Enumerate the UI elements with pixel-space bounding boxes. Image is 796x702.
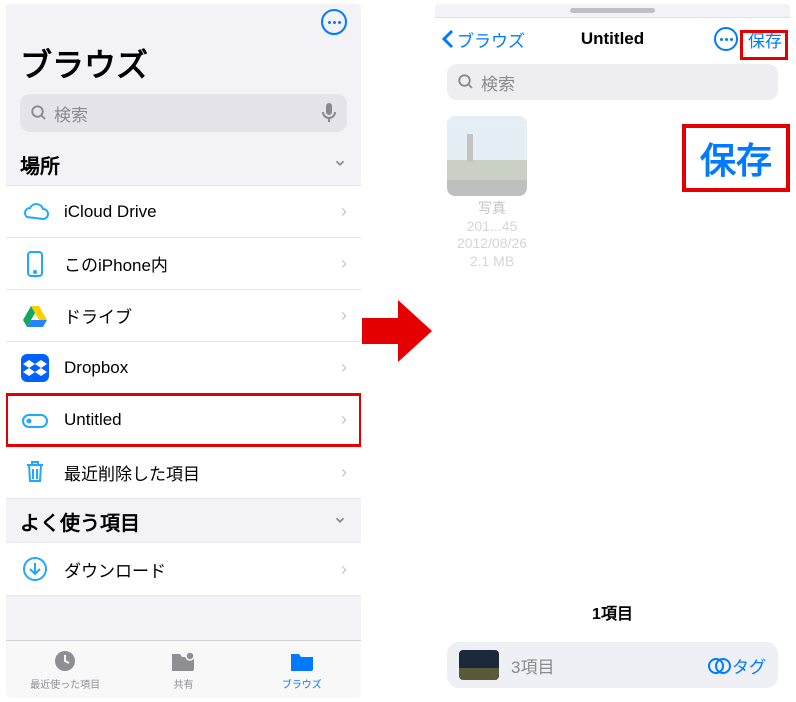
section-label: よく使う項目 bbox=[20, 507, 140, 536]
more-button[interactable] bbox=[321, 9, 347, 35]
location-iphone[interactable]: このiPhone内 › bbox=[6, 238, 361, 290]
row-label: Dropbox bbox=[64, 358, 128, 378]
gdrive-icon bbox=[20, 301, 50, 331]
locations-list: iCloud Drive › このiPhone内 › ドライブ › Dropbo… bbox=[6, 185, 361, 499]
iphone-icon bbox=[20, 249, 50, 279]
location-untitled[interactable]: Untitled › bbox=[6, 394, 361, 446]
tag-label: タグ bbox=[732, 653, 766, 678]
tab-browse[interactable]: ブラウズ bbox=[243, 641, 361, 698]
trash-icon bbox=[20, 457, 50, 487]
location-gdrive[interactable]: ドライブ › bbox=[6, 290, 361, 342]
clock-icon bbox=[53, 649, 77, 673]
chevron-right-icon: › bbox=[341, 409, 347, 430]
tab-label: 最近使った項目 bbox=[30, 676, 100, 691]
icloud-icon bbox=[20, 197, 50, 227]
location-dropbox[interactable]: Dropbox › bbox=[6, 342, 361, 394]
disk-icon bbox=[20, 405, 50, 435]
file-item[interactable]: 写真 201...45 2012/08/26 2.1 MB bbox=[447, 116, 537, 270]
mic-icon[interactable] bbox=[321, 103, 337, 123]
back-label: ブラウズ bbox=[457, 27, 525, 52]
search-placeholder: 検索 bbox=[54, 101, 88, 126]
more-button[interactable] bbox=[714, 27, 738, 51]
tab-bar: 最近使った項目 共有 ブラウズ bbox=[6, 640, 361, 698]
tab-recents[interactable]: 最近使った項目 bbox=[6, 641, 124, 698]
tab-shared[interactable]: 共有 bbox=[124, 641, 242, 698]
sheet-grabber[interactable] bbox=[435, 4, 790, 18]
back-button[interactable]: ブラウズ bbox=[441, 27, 525, 52]
favorite-downloads[interactable]: ダウンロード › bbox=[6, 543, 361, 595]
file-thumbnail bbox=[447, 116, 527, 196]
chevron-right-icon: › bbox=[341, 305, 347, 326]
chevron-right-icon: › bbox=[341, 357, 347, 378]
row-label: iCloud Drive bbox=[64, 202, 157, 222]
file-caption: 写真 201...45 2012/08/26 2.1 MB bbox=[447, 200, 537, 270]
section-header-locations[interactable]: 場所 bbox=[6, 142, 361, 185]
location-trash[interactable]: 最近削除した項目 › bbox=[6, 446, 361, 498]
ellipsis-icon bbox=[720, 38, 733, 41]
selection-tray[interactable]: 3項目 タグ bbox=[447, 642, 778, 688]
save-button[interactable]: 保存 bbox=[748, 27, 782, 52]
chevron-right-icon: › bbox=[341, 462, 347, 483]
tag-button[interactable]: タグ bbox=[708, 653, 766, 678]
row-label: Untitled bbox=[64, 410, 122, 430]
tray-count: 3項目 bbox=[511, 653, 554, 678]
tag-icon bbox=[708, 658, 728, 672]
tray-thumbnail bbox=[459, 650, 499, 680]
chevron-down-icon bbox=[333, 510, 347, 533]
row-label: 最近削除した項目 bbox=[64, 460, 200, 485]
folder-shared-icon bbox=[170, 649, 196, 673]
dropbox-icon bbox=[20, 353, 50, 383]
ellipsis-icon bbox=[328, 21, 341, 24]
location-icloud[interactable]: iCloud Drive › bbox=[6, 186, 361, 238]
chevron-right-icon: › bbox=[341, 201, 347, 222]
chevron-right-icon: › bbox=[341, 559, 347, 580]
download-icon bbox=[20, 554, 50, 584]
page-title: ブラウズ bbox=[6, 40, 361, 94]
row-label: ドライブ bbox=[64, 303, 132, 328]
search-field[interactable]: 検索 bbox=[20, 94, 347, 132]
folder-icon bbox=[289, 649, 315, 673]
search-icon bbox=[457, 73, 475, 91]
chevron-right-icon: › bbox=[341, 253, 347, 274]
section-header-favorites[interactable]: よく使う項目 bbox=[6, 499, 361, 542]
chevron-down-icon bbox=[333, 153, 347, 176]
row-label: このiPhone内 bbox=[64, 251, 168, 276]
item-count: 1項目 bbox=[447, 586, 778, 634]
favorites-list: ダウンロード › bbox=[6, 542, 361, 596]
search-field[interactable]: 検索 bbox=[447, 64, 778, 100]
files-browse-screen: ブラウズ 検索 場所 iCloud Drive › このiPhone内 › bbox=[6, 4, 361, 698]
tab-label: ブラウズ bbox=[282, 676, 322, 691]
callout-annotation: 保存 bbox=[682, 124, 790, 192]
save-destination-screen: ブラウズ Untitled 保存 検索 写真 201...45 2012/08/… bbox=[435, 4, 790, 698]
search-icon bbox=[30, 104, 48, 122]
section-label: 場所 bbox=[20, 150, 60, 179]
topbar bbox=[6, 4, 361, 40]
navbar: ブラウズ Untitled 保存 bbox=[435, 18, 790, 60]
search-placeholder: 検索 bbox=[481, 70, 515, 95]
row-label: ダウンロード bbox=[64, 557, 166, 582]
tab-label: 共有 bbox=[173, 676, 193, 691]
arrow-annotation bbox=[362, 300, 432, 362]
